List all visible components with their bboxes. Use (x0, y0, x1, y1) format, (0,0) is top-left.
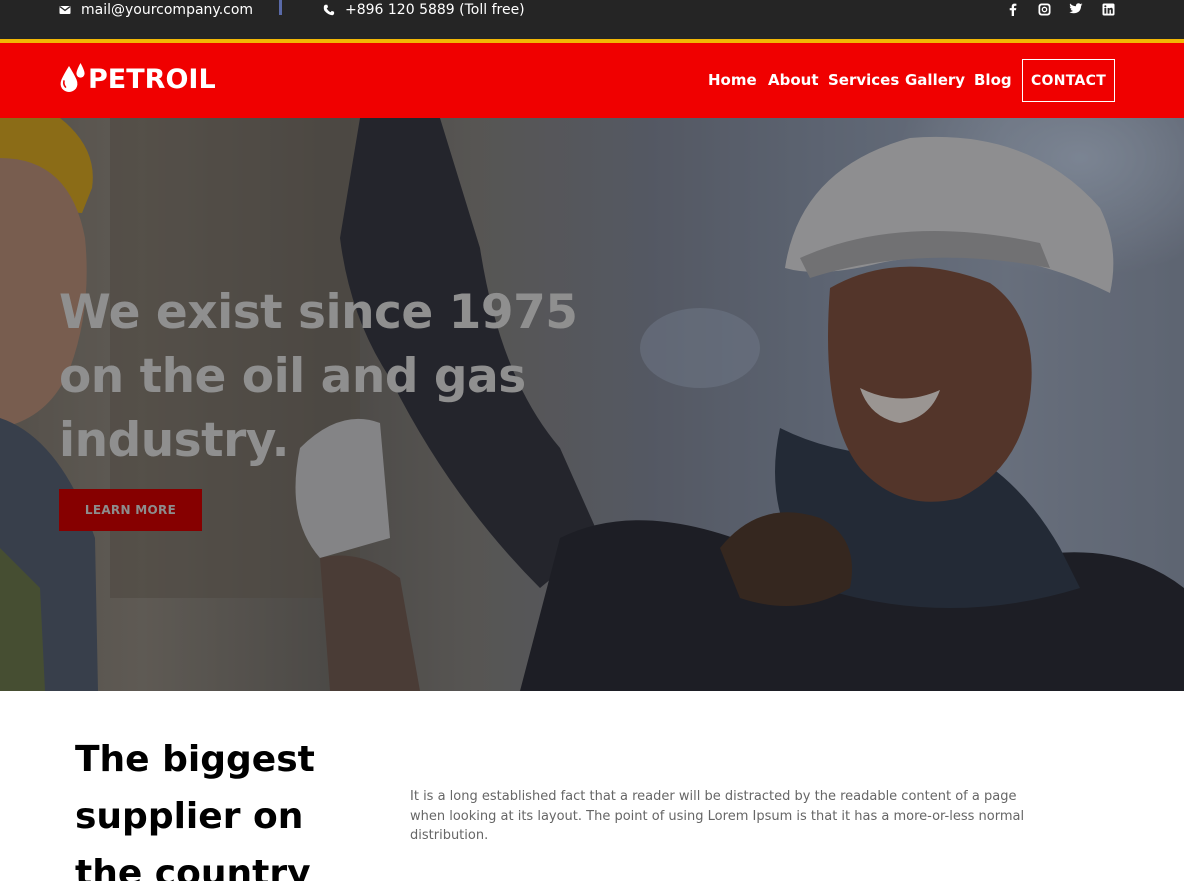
email-text: mail@yourcompany.com (81, 2, 254, 18)
topbar-divider (279, 0, 282, 15)
mail-icon (59, 4, 71, 16)
instagram-icon[interactable] (1037, 2, 1051, 16)
about-title: The biggest supplier on the country (75, 739, 315, 881)
top-bar: mail@yourcompany.com +896 120 5889 (Toll… (0, 0, 1184, 39)
nav-about[interactable]: About (768, 71, 819, 91)
twitter-icon[interactable] (1069, 2, 1083, 16)
phone-text: +896 120 5889 (Toll free) (345, 2, 525, 18)
oil-drop-icon (58, 62, 90, 96)
hero-title: We exist since 1975 on the oil and gas i… (59, 285, 578, 468)
phone-icon (323, 4, 335, 16)
logo[interactable]: PETROIL (58, 62, 216, 96)
about-text: It is a long established fact that a rea… (410, 789, 1025, 843)
hero-section: We exist since 1975 on the oil and gas i… (0, 118, 1184, 691)
nav-services[interactable]: Services (828, 71, 899, 91)
nav-home[interactable]: Home (708, 71, 757, 91)
linkedin-icon[interactable] (1101, 2, 1115, 16)
contact-phone[interactable]: +896 120 5889 (Toll free) (323, 0, 525, 20)
facebook-icon[interactable] (1005, 2, 1019, 16)
nav-gallery[interactable]: Gallery (905, 71, 965, 91)
nav-blog[interactable]: Blog (974, 71, 1012, 91)
logo-text: PETROIL (88, 63, 216, 95)
learn-more-button[interactable]: LEARN MORE (59, 489, 202, 531)
contact-button[interactable]: CONTACT (1022, 59, 1115, 102)
contact-email[interactable]: mail@yourcompany.com (59, 0, 253, 20)
main-header: PETROIL Home About Services Gallery Blog… (0, 43, 1184, 118)
